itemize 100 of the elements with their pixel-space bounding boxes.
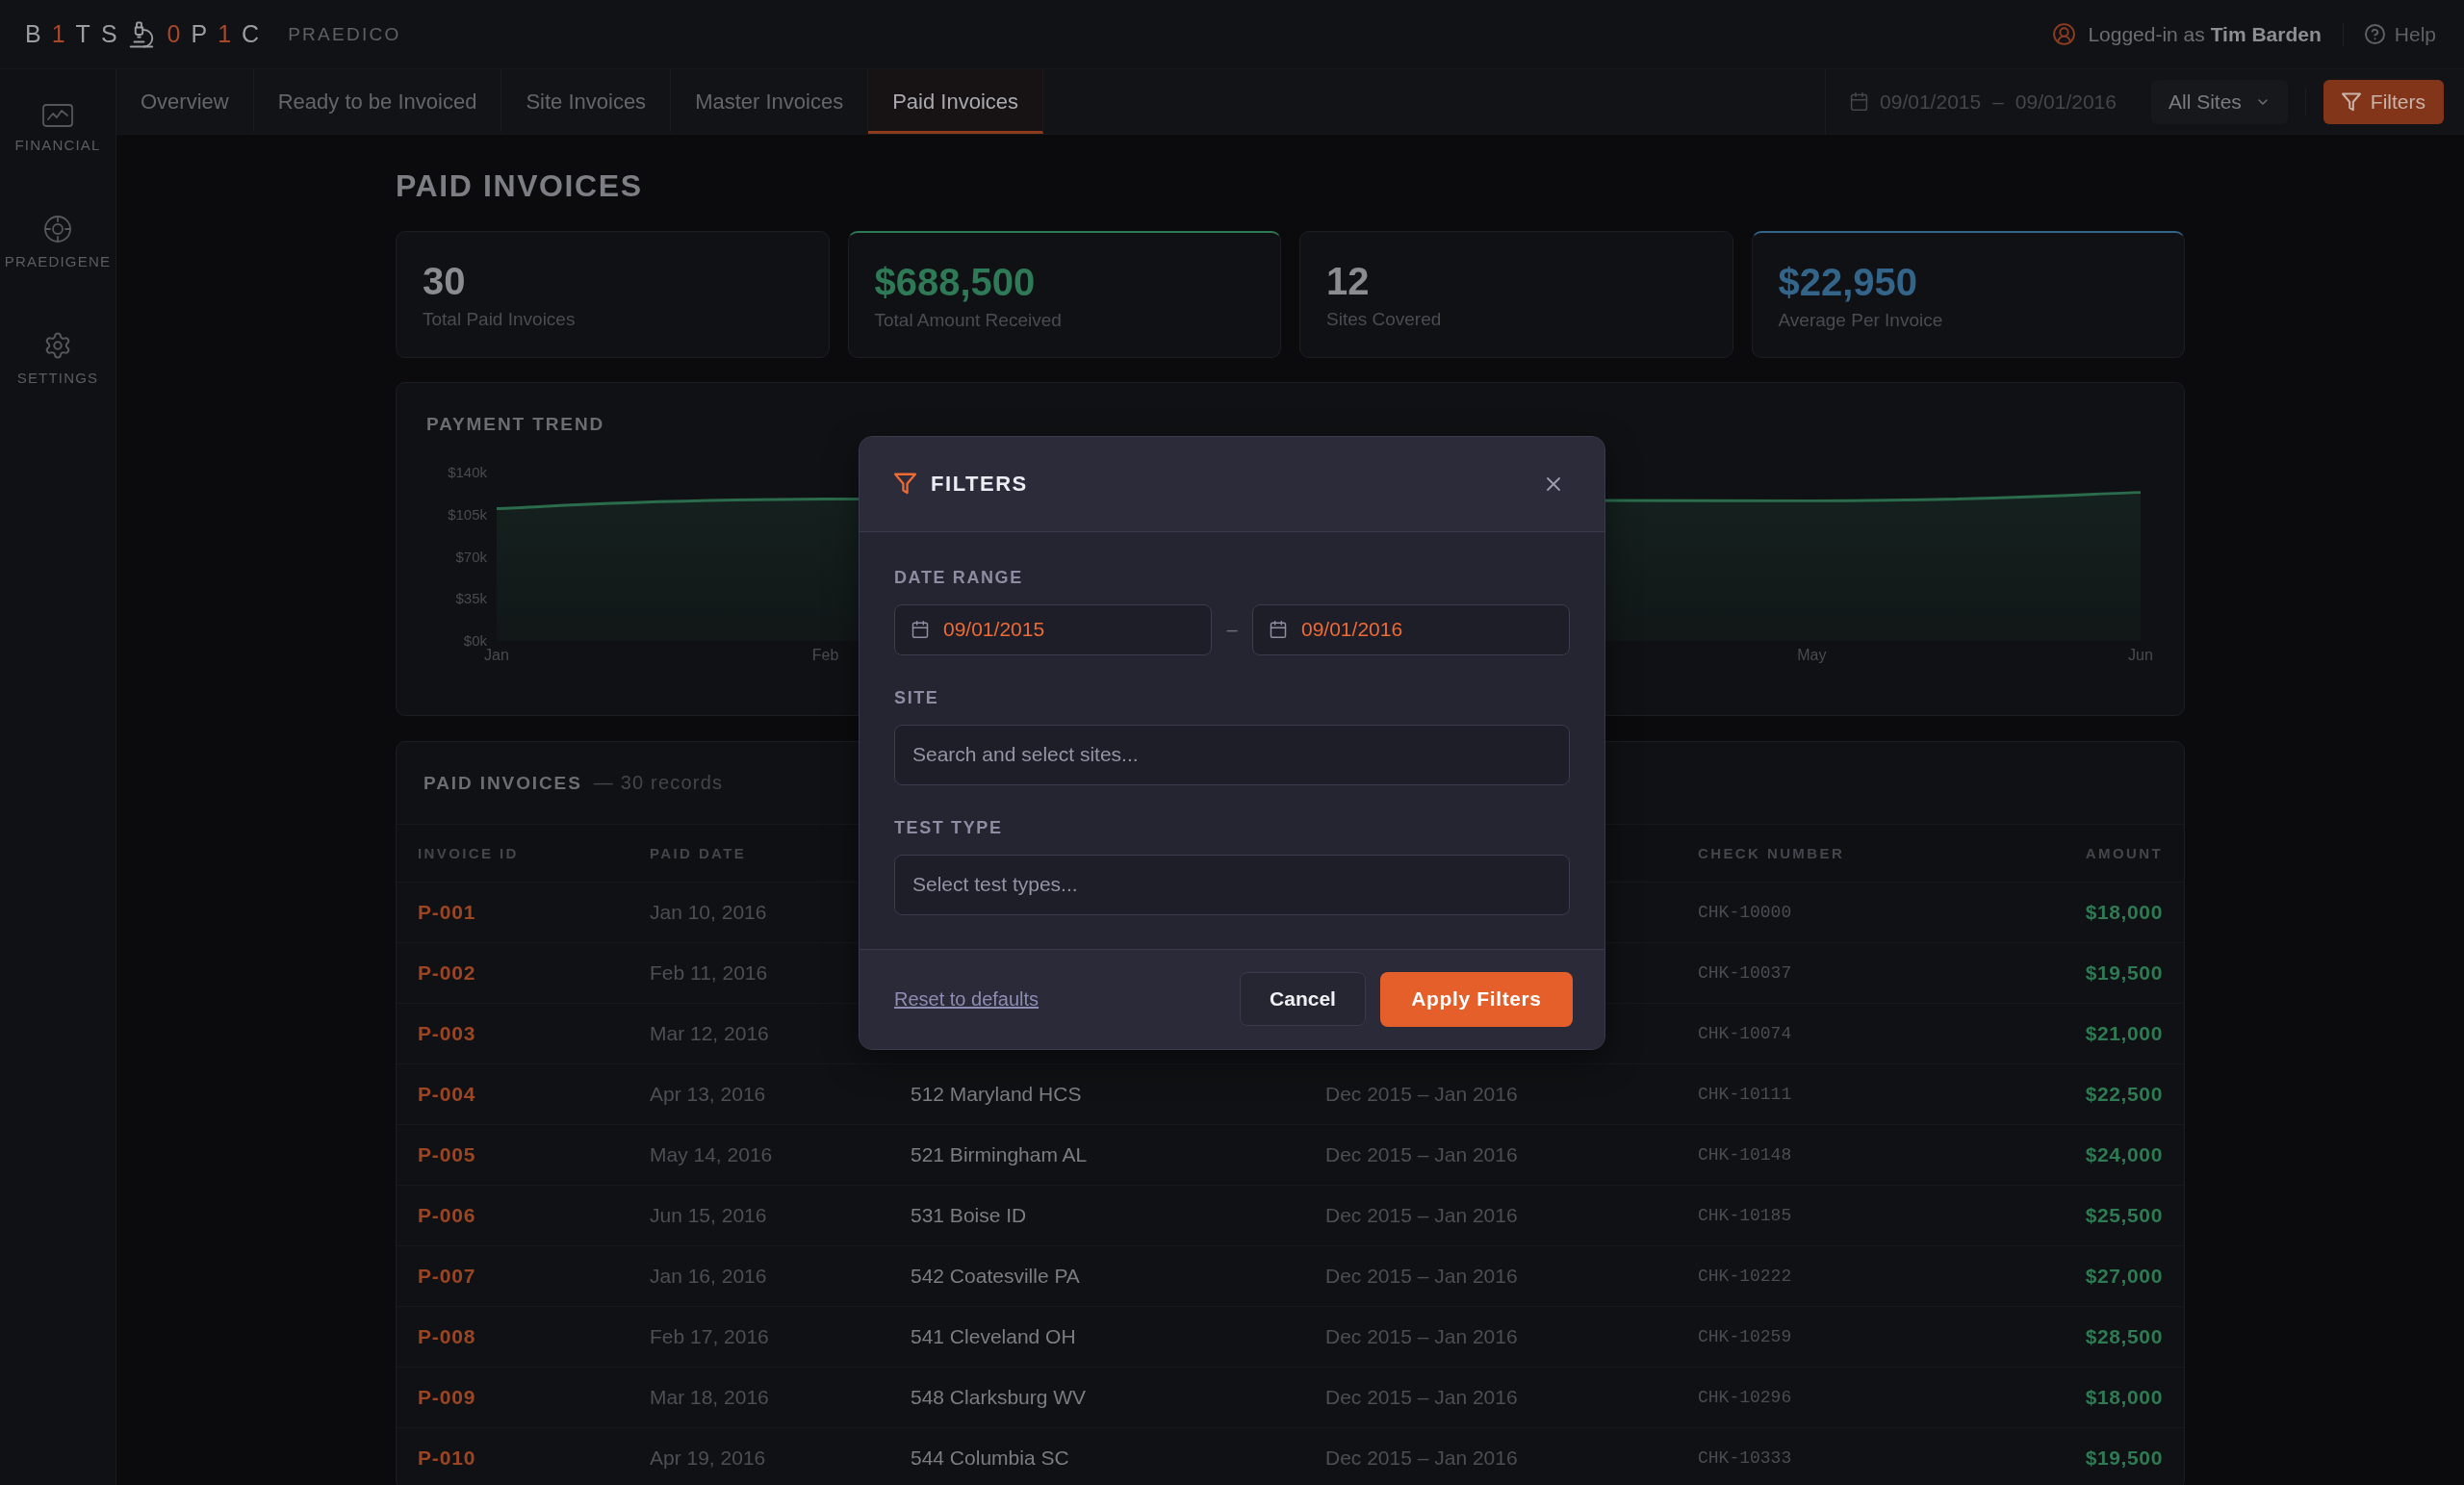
table-cell: $18,000 [2033, 1367, 2184, 1428]
site-select[interactable]: All Sites [2150, 79, 2288, 124]
table-cell: CHK-10074 [1677, 1003, 2033, 1064]
axis-tick-label: $140k [448, 464, 487, 480]
logo-letter: 1 [218, 22, 232, 46]
axis-tick-label: $70k [455, 548, 487, 565]
table-cell: 544 Columbia SC [889, 1427, 1304, 1485]
site-input[interactable]: Search and select sites... [894, 724, 1570, 785]
field-label: DATE RANGE [894, 566, 1024, 588]
invoice-id-link[interactable]: P-004 [418, 1083, 476, 1105]
table-cell: Dec 2015 – Jan 2016 [1304, 1185, 1677, 1246]
test-type-input[interactable]: Select test types... [894, 854, 1570, 915]
table-cell: Apr 13, 2016 [629, 1063, 889, 1125]
stat-value: $22,950 [1778, 259, 1919, 304]
table-cell: $19,500 [2033, 1427, 2184, 1485]
table-cell: $22,500 [2033, 1063, 2184, 1125]
logo-letter: P [191, 22, 208, 46]
table-cell: 541 Cleveland OH [889, 1306, 1304, 1368]
help-link[interactable]: Help [2364, 22, 2436, 46]
table-cell: 531 Boise ID [889, 1185, 1304, 1246]
axis-tick-label: May [1797, 647, 1827, 663]
filters-button[interactable]: Filters [2323, 79, 2444, 124]
table-cell: 521 Birmingham AL [889, 1124, 1304, 1186]
table-cell: Mar 12, 2016 [629, 1003, 889, 1064]
table-cell: CHK-10333 [1677, 1427, 2033, 1485]
sidebar-item[interactable]: PRAEDIGENE [4, 215, 112, 270]
stat-label: Total Amount Received [874, 309, 1063, 331]
invoice-id-link[interactable]: P-008 [418, 1325, 476, 1347]
record-count: — 30 records [593, 772, 724, 794]
stat-value: 30 [423, 259, 467, 303]
axis-tick-label: Jan [484, 647, 509, 663]
stat-label: Average Per Invoice [1778, 309, 1944, 331]
table-cell: CHK-10000 [1677, 882, 2033, 943]
invoice-id-link[interactable]: P-002 [418, 961, 476, 984]
table-cell: Jan 16, 2016 [629, 1245, 889, 1307]
table-cell: $25,500 [2033, 1185, 2184, 1246]
table-cell: $19,500 [2033, 942, 2184, 1004]
product-name: PRAEDICO [288, 23, 401, 45]
table-cell: Dec 2015 – Jan 2016 [1304, 1245, 1677, 1307]
stat-value: $688,500 [874, 259, 1037, 304]
target-icon [43, 215, 72, 243]
tab[interactable]: Paid Invoices [868, 69, 1044, 134]
tab[interactable]: Overview [116, 69, 254, 134]
column-header: INVOICE ID [397, 824, 629, 883]
logo-letter: 0 [167, 22, 181, 46]
table-cell: $21,000 [2033, 1003, 2184, 1064]
column-header: AMOUNT [2033, 824, 2184, 883]
apply-button[interactable]: Apply Filters [1380, 971, 1573, 1027]
table-cell: May 14, 2016 [629, 1124, 889, 1186]
help-icon [2364, 24, 2385, 44]
table-cell: Jan 10, 2016 [629, 882, 889, 943]
user-label: Logged-in as Tim Barden [2088, 22, 2322, 46]
column-header: CHECK NUMBER [1677, 824, 2033, 883]
sidebar-item[interactable]: SETTINGS [16, 331, 99, 387]
tab[interactable]: Site Invoices [501, 69, 672, 134]
table-cell: CHK-10296 [1677, 1367, 2033, 1428]
filter-icon [2341, 91, 2361, 112]
settings-icon [43, 331, 72, 360]
table-cell: $27,000 [2033, 1245, 2184, 1307]
stat-label: Sites Covered [1326, 309, 1443, 330]
table-cell: CHK-10259 [1677, 1306, 2033, 1368]
table-cell: Mar 18, 2016 [629, 1367, 889, 1428]
invoice-id-link[interactable]: P-009 [418, 1386, 476, 1408]
page-title: PAID INVOICES [396, 168, 644, 203]
table-cell: Dec 2015 – Jan 2016 [1304, 1427, 1677, 1485]
table-cell: 512 Maryland HCS [889, 1063, 1304, 1125]
stat-value: 12 [1326, 259, 1371, 303]
axis-tick-label: $0k [463, 632, 487, 649]
cancel-button[interactable]: Cancel [1240, 972, 1366, 1026]
invoice-id-link[interactable]: P-003 [418, 1022, 476, 1044]
stat-label: Total Paid Invoices [423, 309, 577, 330]
invoice-id-link[interactable]: P-010 [418, 1447, 476, 1470]
invoice-id-link[interactable]: P-005 [418, 1143, 476, 1165]
table-cell: Feb 17, 2016 [629, 1306, 889, 1368]
table-cell: $24,000 [2033, 1124, 2184, 1186]
table-cell: Jun 15, 2016 [629, 1185, 889, 1246]
field-label: TEST TYPE [894, 816, 1004, 838]
table-cell: CHK-10185 [1677, 1185, 2033, 1246]
filter-icon [894, 473, 916, 495]
logo-letter: B [25, 22, 41, 46]
reset-link[interactable]: Reset to defaults [894, 987, 1040, 1011]
invoice-id-link[interactable]: P-001 [418, 901, 476, 923]
table-cell: Dec 2015 – Jan 2016 [1304, 1367, 1677, 1428]
range-separator: – [1226, 618, 1238, 641]
table-cell: Dec 2015 – Jan 2016 [1304, 1063, 1677, 1125]
axis-tick-label: $105k [448, 505, 487, 523]
table-cell: $28,500 [2033, 1306, 2184, 1368]
axis-tick-label: Jun [2128, 647, 2153, 663]
invoice-id-link[interactable]: P-007 [418, 1265, 476, 1287]
logo-letter: S [100, 22, 117, 46]
dialog-title: FILTERS [931, 471, 1028, 497]
table-cell: Feb 11, 2016 [629, 942, 889, 1004]
date-input[interactable]: 09/01/2015 [894, 603, 1212, 655]
logo-letter: 1 [51, 22, 65, 46]
sidebar-item[interactable]: FINANCIAL [14, 104, 101, 154]
axis-tick-label: $35k [455, 590, 487, 607]
table-cell: Dec 2015 – Jan 2016 [1304, 1306, 1677, 1368]
tab[interactable]: Ready to be Invoiced [253, 69, 502, 134]
invoice-id-link[interactable]: P-006 [418, 1204, 476, 1226]
date-input[interactable]: 09/01/2016 [1252, 603, 1570, 655]
